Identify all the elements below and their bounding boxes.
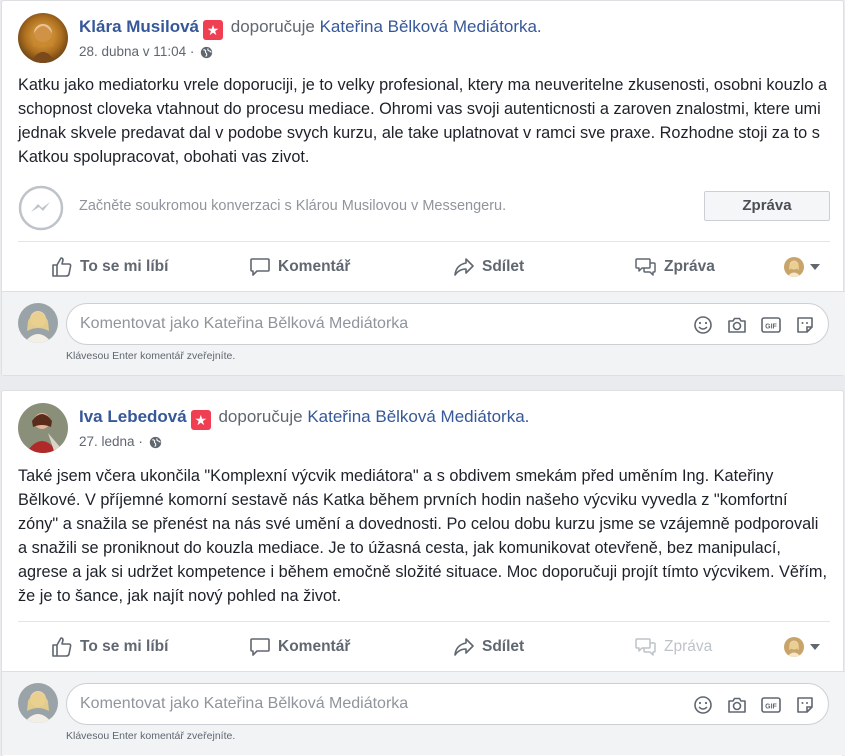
comment-composer: GIF Klávesou Enter komentář zveřejníte. [2, 671, 845, 755]
comment-button[interactable]: Komentář [248, 247, 350, 287]
caret-down-icon [810, 644, 820, 650]
comment-hint: Klávesou Enter komentář zveřejníte. [66, 730, 236, 742]
send-message-button[interactable]: Zpráva [704, 191, 830, 221]
commenter-avatar [18, 683, 58, 723]
message-label: Zpráva [664, 638, 713, 655]
author-name-link[interactable]: Iva Lebedová [79, 407, 187, 426]
author-avatar[interactable] [18, 403, 68, 453]
share-icon [454, 638, 474, 656]
post-header: Iva Lebedová ★ doporučuje Kateřina Bělkov… [18, 403, 818, 455]
page-avatar [784, 257, 804, 277]
post-actions: To se mi líbí Komentář Sdílet Zpráva [18, 247, 830, 287]
like-label: To se mi líbí [80, 638, 169, 655]
comment-icon [250, 258, 270, 276]
emoji-icon[interactable] [692, 694, 714, 716]
camera-icon[interactable] [726, 314, 748, 336]
gif-icon[interactable]: GIF [760, 694, 782, 716]
post-text: Katku jako mediatorku vrele doporuciji, … [18, 76, 828, 166]
comment-composer: GIF Klávesou Enter komentář zveřejníte. [2, 291, 845, 375]
page-avatar [784, 637, 804, 657]
post-header: Klára Musilová ★ doporučuje Kateřina Bělk… [18, 13, 818, 65]
comment-input-field[interactable]: GIF [66, 683, 829, 725]
message-icon [635, 638, 656, 656]
caret-down-icon [810, 264, 820, 270]
star-badge-icon: ★ [190, 410, 211, 430]
messenger-prompt-row: Začněte soukromou konverzaci s Klárou Mu… [18, 185, 830, 231]
author-name-link[interactable]: Klára Musilová [79, 17, 199, 36]
comment-hint: Klávesou Enter komentář zveřejníte. [66, 350, 236, 362]
share-label: Sdílet [482, 638, 525, 655]
post-date[interactable]: 27. ledna [79, 434, 135, 449]
comment-label: Komentář [278, 258, 351, 275]
composer-tools: GIF [692, 314, 816, 336]
message-button[interactable]: Zpráva [634, 247, 715, 287]
like-button[interactable]: To se mi líbí [50, 247, 168, 287]
act-as-selector[interactable] [784, 257, 820, 277]
comment-input[interactable] [80, 314, 670, 334]
commenter-avatar [18, 303, 58, 343]
like-icon [52, 257, 72, 277]
comment-input[interactable] [80, 694, 670, 714]
messenger-prompt-text: Začněte soukromou konverzaci s Klárou Mu… [79, 198, 507, 214]
message-label: Zpráva [664, 258, 715, 275]
share-button[interactable]: Sdílet [452, 627, 524, 667]
star-badge-icon: ★ [203, 20, 223, 40]
post-headline: Iva Lebedová ★ doporučuje Kateřina Bělkov… [79, 407, 529, 430]
post-meta: 27. ledna · [79, 434, 162, 452]
composer-tools: GIF [692, 694, 816, 716]
sticker-icon[interactable] [794, 314, 816, 336]
post-date[interactable]: 28. dubna v 11:04 [79, 44, 186, 59]
meta-separator: · [189, 44, 195, 59]
comment-icon [250, 638, 270, 656]
divider [18, 241, 830, 242]
comment-label: Komentář [278, 638, 351, 655]
like-icon [52, 637, 72, 657]
divider [18, 621, 830, 622]
share-button[interactable]: Sdílet [452, 247, 524, 287]
recommends-verb: doporučuje [230, 17, 315, 36]
post-meta: 28. dubna v 11:04 · [79, 44, 213, 62]
post-headline: Klára Musilová ★ doporučuje Kateřina Bělk… [79, 17, 542, 40]
comment-input-field[interactable]: GIF [66, 303, 829, 345]
globe-icon[interactable] [149, 436, 162, 452]
page-name-link[interactable]: Kateřina Bělková Mediátorka. [320, 17, 542, 36]
messenger-icon [18, 185, 64, 231]
recommendation-post-2: Iva Lebedová ★ doporučuje Kateřina Bělkov… [1, 390, 845, 756]
post-actions: To se mi líbí Komentář Sdílet Zpráva [18, 627, 830, 667]
act-as-selector[interactable] [784, 637, 820, 657]
message-button-disabled: Zpráva [634, 627, 712, 667]
camera-icon[interactable] [726, 694, 748, 716]
author-avatar[interactable] [18, 13, 68, 63]
page-name-link[interactable]: Kateřina Bělková Mediátorka. [307, 407, 529, 426]
globe-icon[interactable] [200, 46, 213, 62]
share-icon [454, 258, 474, 276]
meta-separator: · [138, 434, 143, 449]
like-button[interactable]: To se mi líbí [50, 627, 168, 667]
svg-text:GIF: GIF [765, 324, 777, 331]
share-label: Sdílet [482, 258, 525, 275]
gif-icon[interactable]: GIF [760, 314, 782, 336]
comment-button[interactable]: Komentář [248, 627, 350, 667]
svg-text:GIF: GIF [765, 704, 777, 711]
sticker-icon[interactable] [794, 694, 816, 716]
emoji-icon[interactable] [692, 314, 714, 336]
message-icon [635, 258, 656, 276]
post-text: Také jsem včera ukončila "Komplexní výcv… [18, 467, 827, 605]
recommends-verb: doporučuje [218, 407, 303, 426]
like-label: To se mi líbí [80, 258, 169, 275]
recommendation-post-1: Klára Musilová ★ doporučuje Kateřina Bělk… [1, 0, 845, 376]
